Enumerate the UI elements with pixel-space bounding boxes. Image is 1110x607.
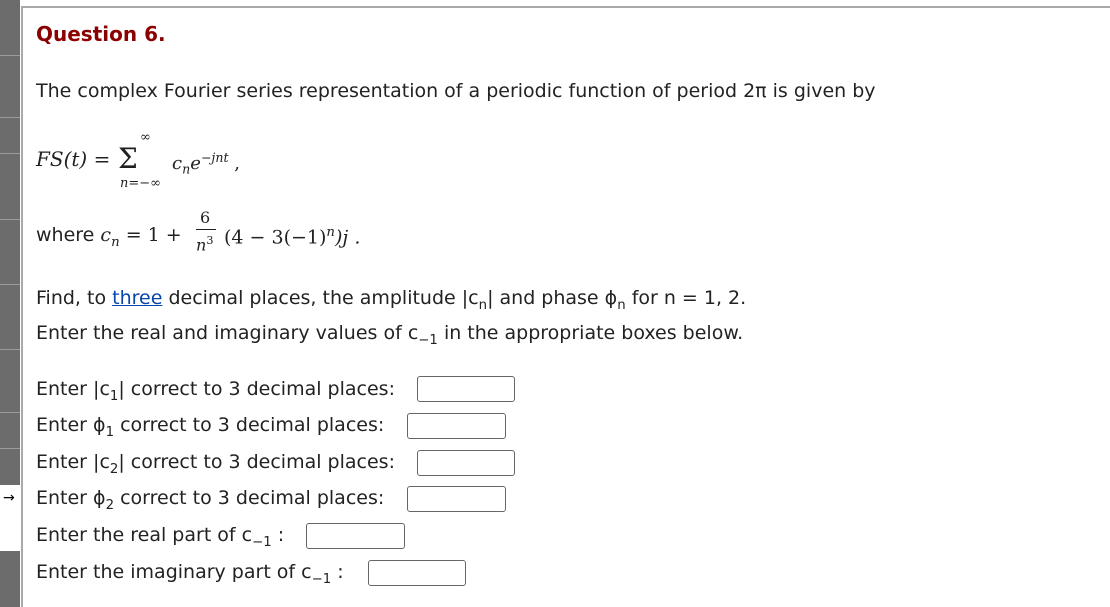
c2-amplitude-input[interactable] [417, 450, 515, 476]
nav-divider [0, 284, 20, 285]
fraction-bar [196, 229, 216, 230]
fraction-denominator: n3 [196, 234, 214, 255]
question-title: Question 6. [36, 22, 166, 46]
nav-divider [0, 117, 20, 118]
prompt-phi2: Enter ϕ2 correct to 3 decimal places: [36, 487, 385, 513]
coefficient-expression: (4 − 3(−1)n)j . [224, 225, 361, 249]
nav-divider [0, 219, 20, 220]
imaginary-part-input[interactable] [368, 560, 466, 586]
nav-divider [0, 153, 20, 154]
enter-instruction: Enter the real and imaginary values of c… [36, 322, 744, 348]
nav-divider [0, 55, 20, 56]
sum-lower-limit: n=−∞ [120, 176, 161, 191]
find-instruction: Find, to three decimal places, the ampli… [36, 287, 747, 313]
prompt-c2-amplitude: Enter |c2| correct to 3 decimal places: [36, 451, 395, 477]
right-arrow-icon: → [3, 490, 15, 506]
phi2-input[interactable] [407, 486, 506, 512]
question-intro: The complex Fourier series representatio… [36, 80, 876, 102]
phi1-input[interactable] [407, 413, 506, 439]
real-part-input[interactable] [306, 523, 405, 549]
formula-lhs: FS(t) = [36, 147, 111, 171]
prompt-imaginary-part: Enter the imaginary part of c−1 : [36, 561, 344, 587]
three-link[interactable]: three [112, 287, 162, 309]
intro-text: The complex Fourier series representatio… [36, 80, 876, 102]
sigma-icon: Σ [118, 142, 138, 175]
nav-divider [0, 349, 20, 350]
where-clause: where cn = 1 + [36, 224, 182, 250]
nav-divider [0, 412, 20, 413]
prompt-real-part: Enter the real part of c−1 : [36, 524, 285, 550]
formula-term: cne−jnt , [172, 150, 240, 177]
prompt-c1-amplitude: Enter |c1| correct to 3 decimal places: [36, 378, 395, 404]
fraction-numerator: 6 [200, 208, 211, 227]
prompt-phi1: Enter ϕ1 correct to 3 decimal places: [36, 414, 385, 440]
c1-amplitude-input[interactable] [417, 376, 515, 402]
left-navigation-strip: → [0, 0, 20, 607]
nav-divider [0, 448, 20, 449]
sum-upper-limit: ∞ [140, 130, 151, 145]
